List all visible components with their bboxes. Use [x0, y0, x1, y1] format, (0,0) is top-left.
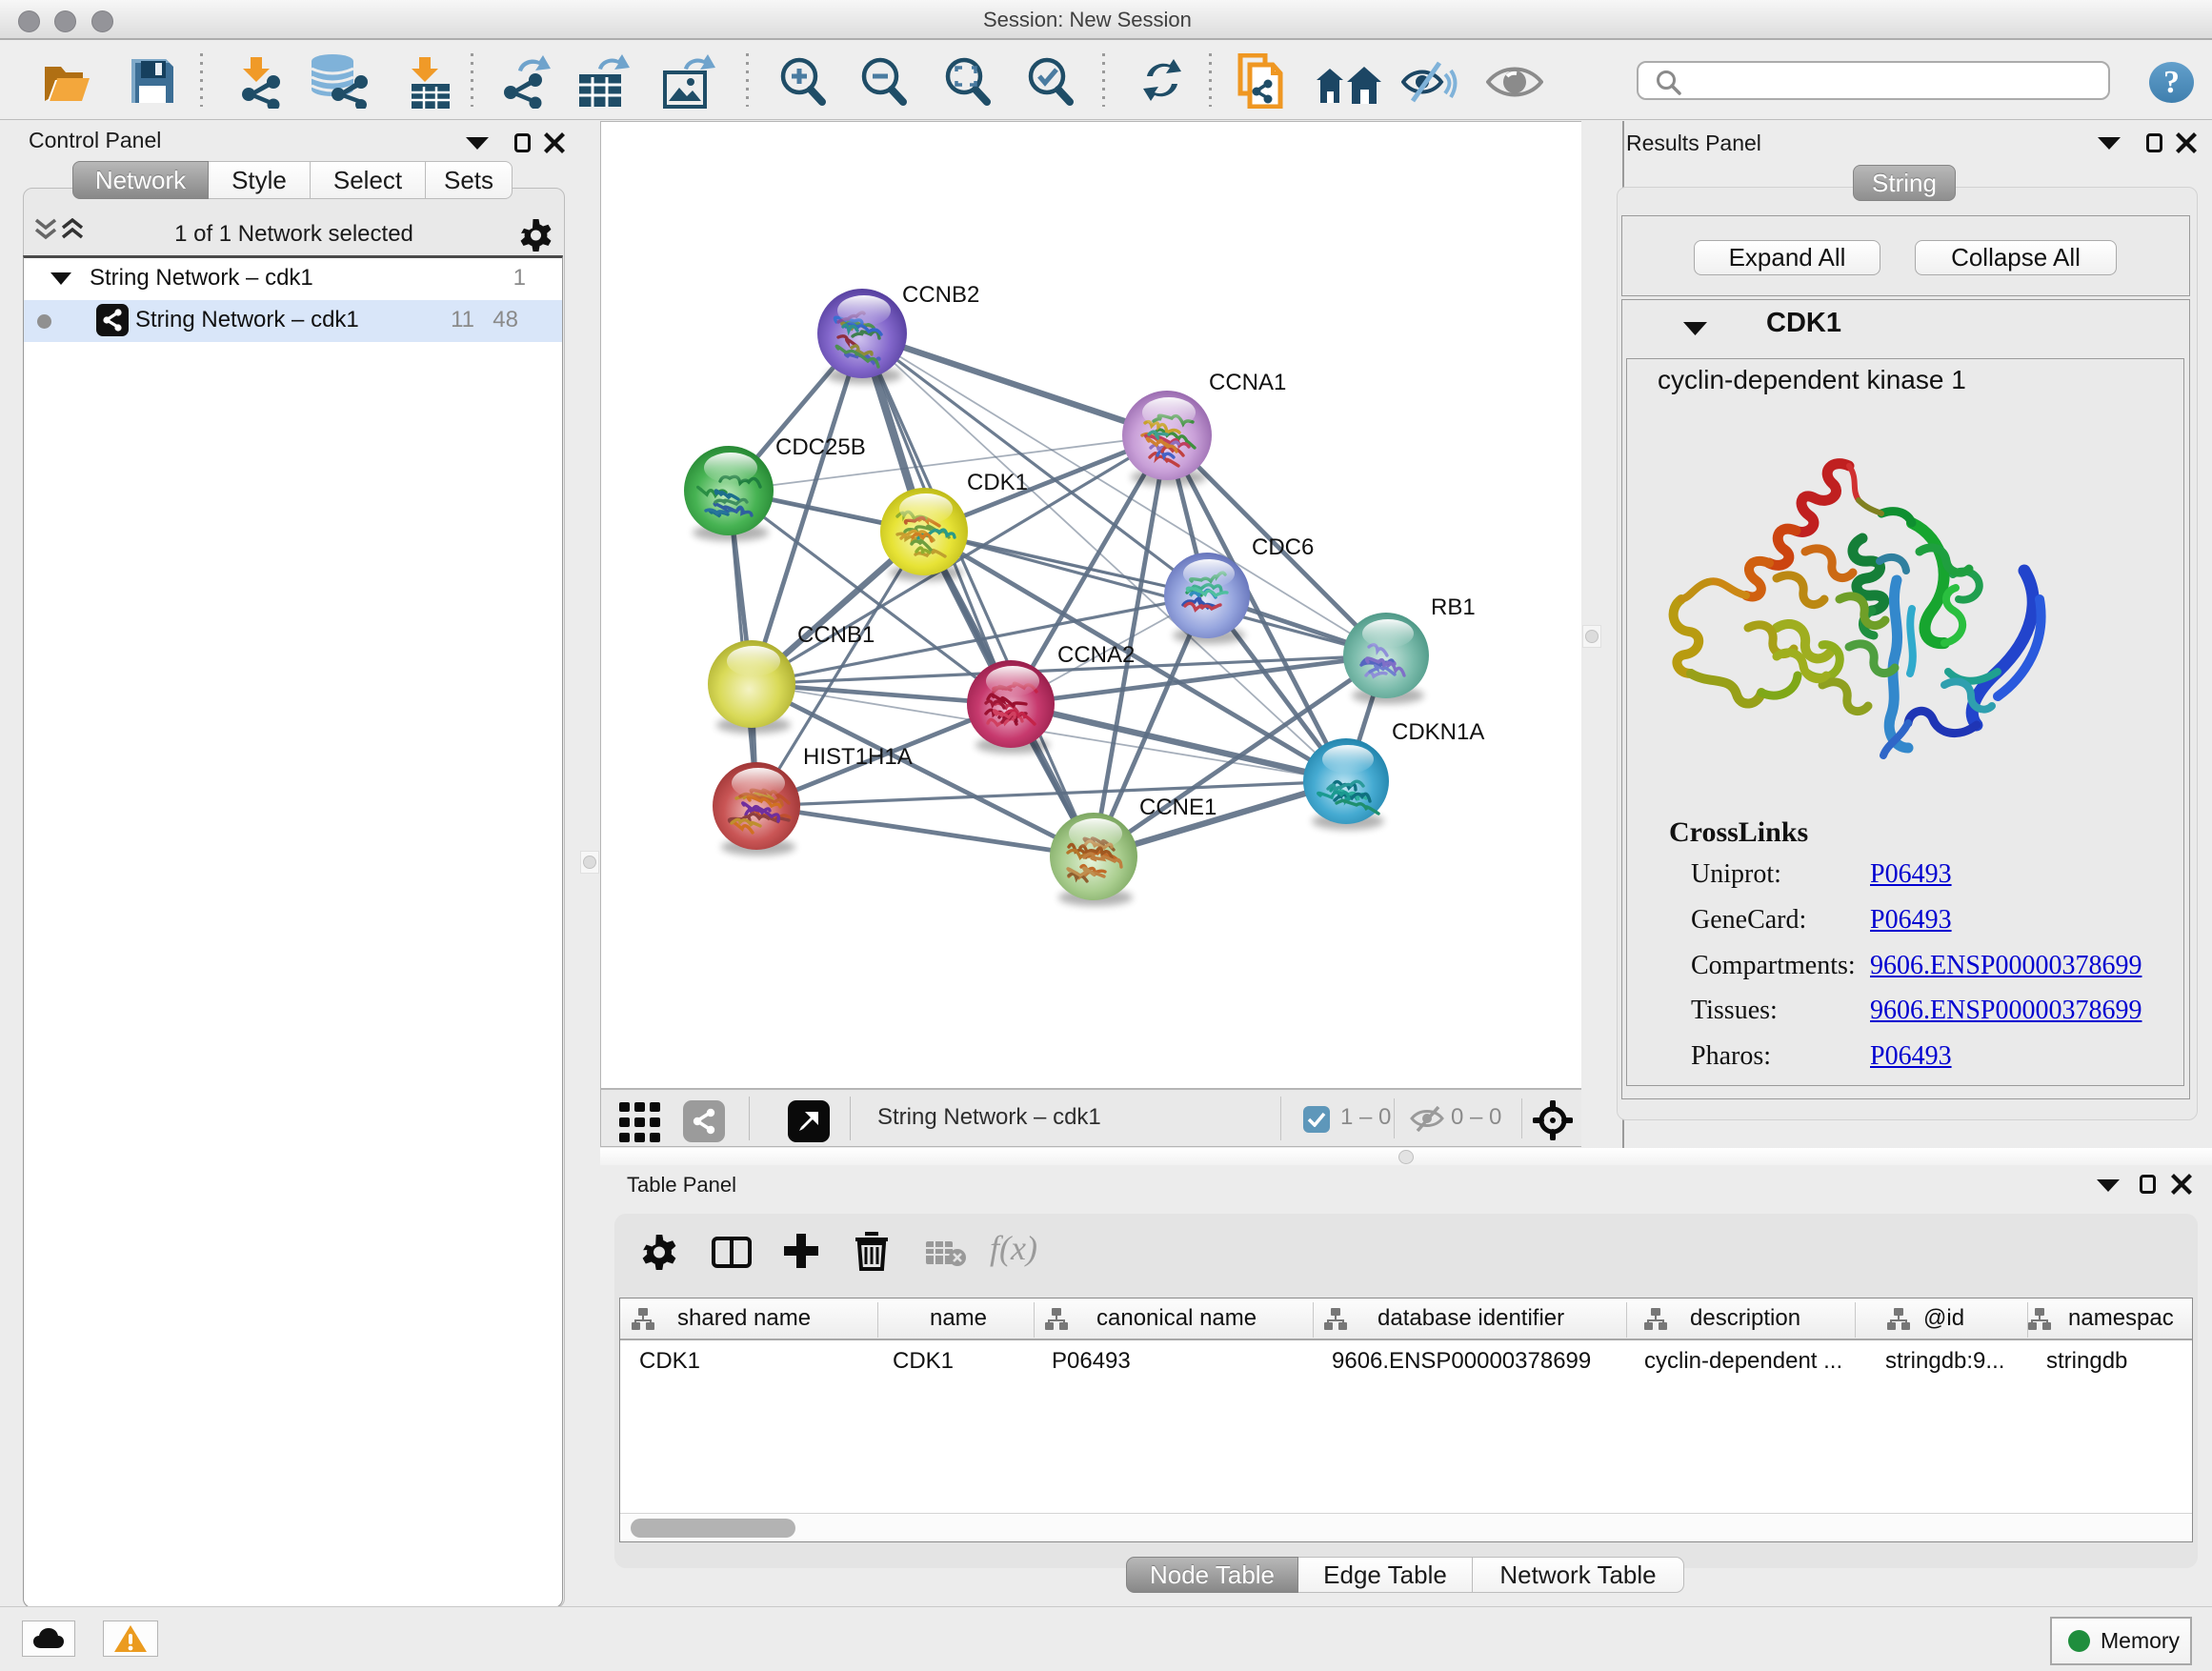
svg-text:CDC6: CDC6	[1252, 534, 1314, 560]
svg-text:CCNE1: CCNE1	[1139, 795, 1217, 820]
svg-text:CCNA2: CCNA2	[1057, 642, 1135, 668]
svg-text:CDKN1A: CDKN1A	[1392, 719, 1484, 745]
svg-text:HIST1H1A: HIST1H1A	[803, 744, 913, 770]
svg-text:CCNB2: CCNB2	[902, 282, 979, 308]
svg-text:CCNB1: CCNB1	[797, 622, 875, 648]
svg-text:CDK1: CDK1	[967, 470, 1028, 495]
svg-text:CDC25B: CDC25B	[775, 434, 866, 460]
svg-text:CCNA1: CCNA1	[1209, 370, 1286, 395]
svg-text:RB1: RB1	[1431, 594, 1476, 620]
